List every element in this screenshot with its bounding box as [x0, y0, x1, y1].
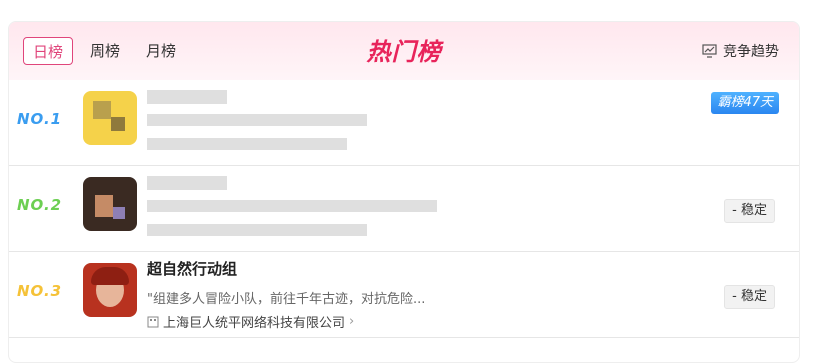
blurred-company	[147, 224, 367, 236]
app-avatar[interactable]	[83, 91, 137, 145]
blurred-company	[147, 138, 347, 150]
app-avatar[interactable]	[83, 263, 137, 317]
hot-ranking-panel: 日榜 周榜 月榜 热门榜 竞争趋势 NO.1 霸榜47天 NO.2 - 稳定 N…	[8, 21, 800, 363]
tab-daily[interactable]: 日榜	[23, 37, 74, 65]
rank-label: NO.2	[17, 196, 63, 214]
ranking-row[interactable]: NO.1 霸榜47天	[9, 80, 799, 166]
rank-label: NO.1	[17, 110, 63, 128]
tab-weekly[interactable]: 周榜	[81, 37, 129, 65]
blurred-description	[147, 200, 437, 212]
trend-label: 竞争趋势	[723, 44, 779, 60]
building-icon	[147, 316, 159, 327]
company-link[interactable]: 上海巨人统平网络科技有限公司 ›	[147, 312, 354, 331]
app-avatar[interactable]	[83, 177, 137, 231]
status-badge: - 稳定	[724, 199, 775, 223]
rank-label: NO.3	[17, 282, 63, 300]
ranking-header: 日榜 周榜 月榜 热门榜 竞争趋势	[9, 22, 799, 80]
app-name[interactable]: 超自然行动组	[147, 258, 237, 279]
blurred-name	[147, 90, 227, 104]
blurred-description	[147, 114, 367, 126]
tab-monthly[interactable]: 月榜	[137, 37, 185, 65]
status-badge: 霸榜47天	[711, 92, 779, 114]
ranking-row[interactable]: NO.3 超自然行动组 "组建多人冒险小队，前往千年古迹，对抗危险... 上海巨…	[9, 252, 799, 338]
chevron-right-icon: ›	[349, 314, 355, 329]
company-name: 上海巨人统平网络科技有限公司	[163, 316, 346, 331]
app-description: "组建多人冒险小队，前往千年古迹，对抗危险...	[147, 292, 426, 307]
competition-trend-button[interactable]: 竞争趋势	[702, 41, 779, 61]
status-badge: - 稳定	[724, 285, 775, 309]
chart-icon	[702, 44, 717, 58]
blurred-name	[147, 176, 227, 190]
ranking-row[interactable]: NO.2 - 稳定	[9, 166, 799, 252]
ranking-title: 热门榜	[366, 38, 442, 66]
